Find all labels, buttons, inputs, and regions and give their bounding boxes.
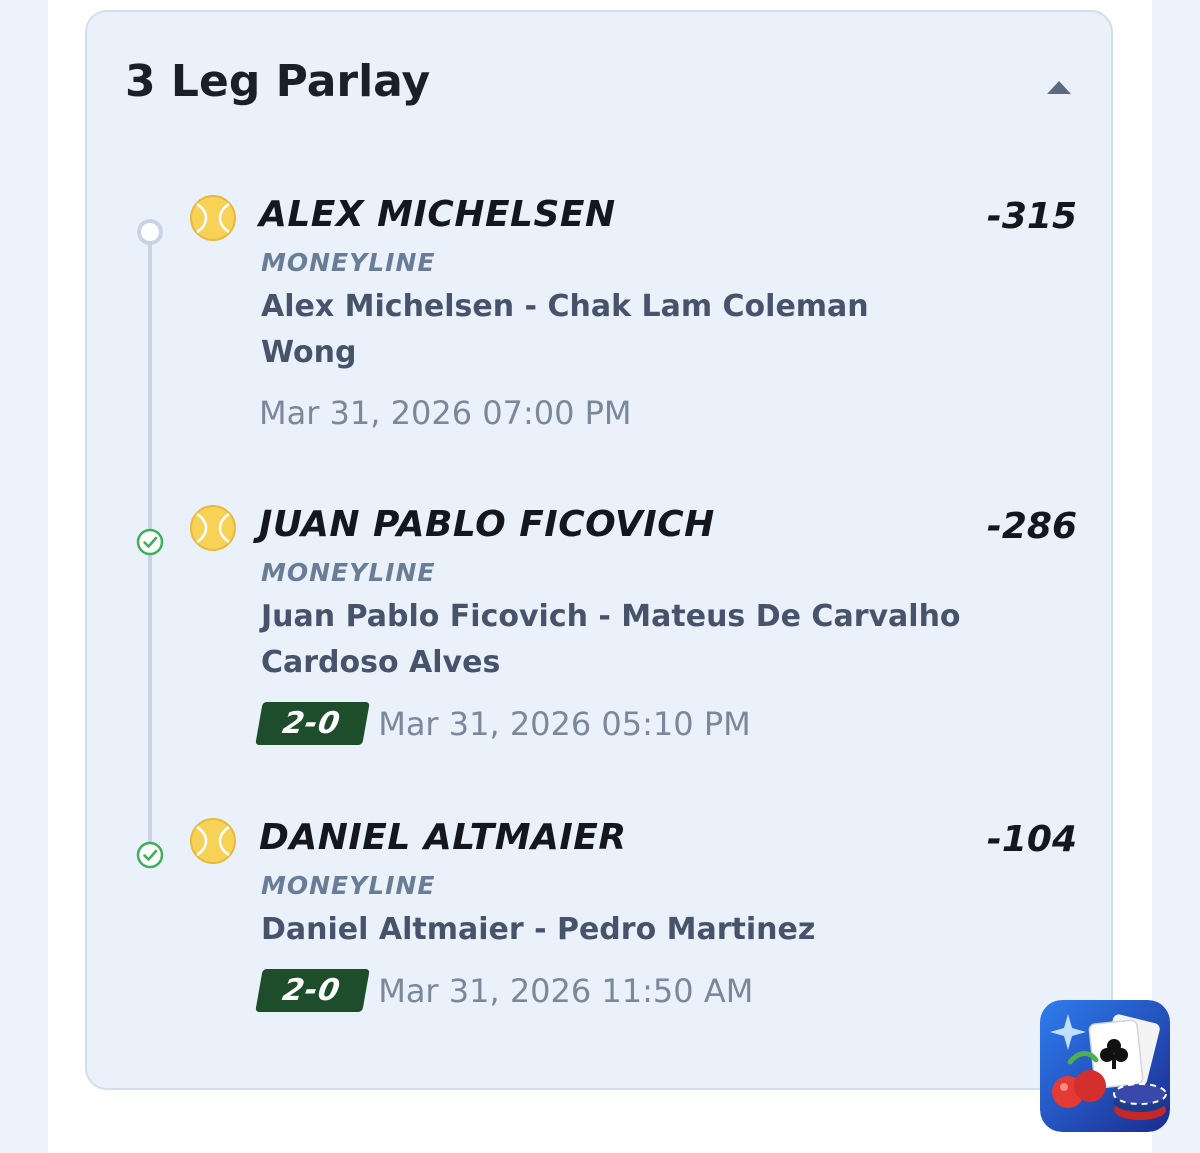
chevron-up-icon[interactable] — [1039, 74, 1079, 104]
pending-status-icon — [135, 217, 165, 247]
parlay-title: 3 Leg Parlay — [125, 56, 431, 107]
leg-odds: -315 — [986, 196, 1077, 237]
leg-item[interactable]: DANIEL ALTMAIER -104 MONEYLINE Daniel Al… — [187, 815, 1087, 1035]
leg-market: MONEYLINE — [261, 558, 436, 587]
page: 3 Leg Parlay ALEX MICHELSEN -315 MONEYLI… — [0, 0, 1200, 1153]
leg-market: MONEYLINE — [261, 871, 436, 900]
leg-market: MONEYLINE — [261, 248, 436, 277]
casino-app-icon[interactable] — [1040, 1000, 1170, 1132]
tennis-ball-icon — [187, 815, 239, 867]
leg-item[interactable]: JUAN PABLO FICOVICH -286 MONEYLINE Juan … — [187, 502, 1087, 762]
tennis-ball-icon — [187, 192, 239, 244]
leg-meta: 2-0 Mar 31, 2026 05:10 PM — [255, 702, 751, 745]
tennis-ball-icon — [187, 502, 239, 554]
leg-selection-name: ALEX MICHELSEN — [259, 194, 616, 235]
leg-odds: -286 — [986, 506, 1077, 547]
leg-matchup: Juan Pablo Ficovich - Mateus De Carvalho… — [261, 599, 961, 680]
parlay-card: 3 Leg Parlay ALEX MICHELSEN -315 MONEYLI… — [85, 10, 1113, 1090]
leg-matchup: Daniel Altmaier - Pedro Martinez — [261, 912, 816, 947]
leg-date: Mar 31, 2026 11:50 AM — [378, 971, 754, 1010]
leg-date: Mar 31, 2026 05:10 PM — [378, 704, 751, 743]
leg-matchup: Alex Michelsen - Chak Lam Coleman Wong — [261, 289, 869, 370]
leg-meta: Mar 31, 2026 07:00 PM — [259, 394, 632, 432]
leg-selection-name: JUAN PABLO FICOVICH — [259, 504, 715, 545]
score-badge: 2-0 — [255, 969, 370, 1012]
leg-item[interactable]: ALEX MICHELSEN -315 MONEYLINE Alex Miche… — [187, 192, 1087, 452]
leg-selection-name: DANIEL ALTMAIER — [259, 817, 627, 858]
score-badge: 2-0 — [255, 702, 370, 745]
leg-odds: -104 — [986, 819, 1077, 860]
leg-meta: 2-0 Mar 31, 2026 11:50 AM — [255, 969, 754, 1012]
leg-date: Mar 31, 2026 07:00 PM — [259, 394, 632, 432]
check-circle-icon — [135, 527, 165, 557]
check-circle-icon — [135, 840, 165, 870]
